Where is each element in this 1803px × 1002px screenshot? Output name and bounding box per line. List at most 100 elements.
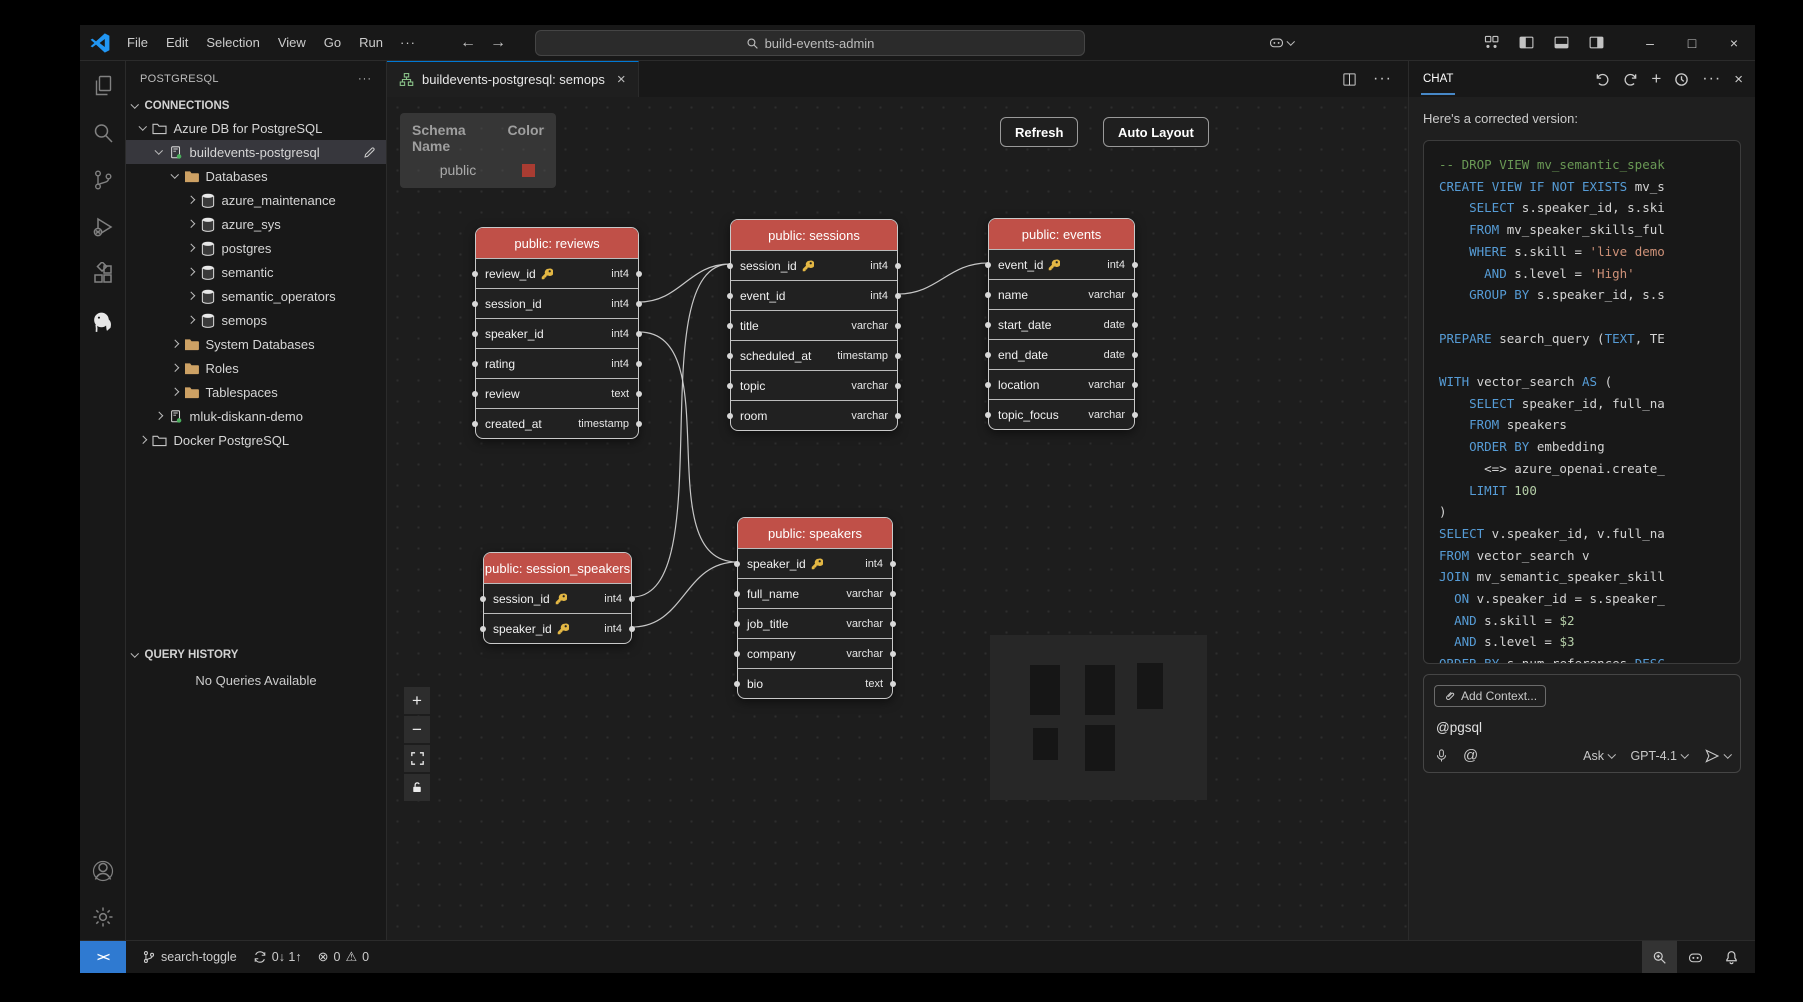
tree-item-databases[interactable]: Databases: [126, 164, 386, 188]
customize-layout-icon[interactable]: [1483, 34, 1500, 51]
schema-canvas[interactable]: Schema Name Color public Refresh Auto La…: [387, 97, 1408, 940]
field-speakers-bio[interactable]: biotext: [738, 668, 892, 698]
menu-view[interactable]: View: [269, 32, 315, 53]
chat-input-box[interactable]: Add Context... @pgsql @ Ask GPT-4.1: [1423, 674, 1741, 773]
field-events-start_date[interactable]: start_datedate: [989, 309, 1134, 339]
activity-item-run-debug[interactable]: [87, 212, 119, 242]
field-reviews-created_at[interactable]: created_attimestamp: [476, 408, 638, 438]
zoom-out-button[interactable]: −: [404, 716, 430, 743]
copilot-menu[interactable]: [1268, 34, 1294, 51]
field-sessions-session_id[interactable]: session_idint4: [731, 250, 897, 280]
toggle-panel-icon[interactable]: [1553, 34, 1570, 51]
minimap[interactable]: [990, 635, 1207, 800]
chat-input-value[interactable]: @pgsql: [1436, 720, 1728, 735]
legend-color-swatch[interactable]: [522, 164, 535, 177]
sync-indicator[interactable]: 0↓ 1↑: [245, 941, 310, 973]
refresh-button[interactable]: Refresh: [1000, 117, 1078, 147]
table-events[interactable]: public: eventsevent_idint4namevarcharsta…: [988, 218, 1135, 430]
tree-item-azure-sys[interactable]: azure_sys: [126, 212, 386, 236]
tree-item-postgres[interactable]: postgres: [126, 236, 386, 260]
close-button[interactable]: ×: [1713, 25, 1755, 60]
add-context-button[interactable]: Add Context...: [1434, 685, 1546, 707]
chat-more-button[interactable]: ···: [1702, 70, 1721, 88]
field-sessions-topic[interactable]: topicvarchar: [731, 370, 897, 400]
activity-item-search[interactable]: [87, 118, 119, 148]
sidebar-more-button[interactable]: ···: [358, 73, 372, 85]
copilot-status-button[interactable]: [1677, 941, 1714, 973]
tree-item-semantic-operators[interactable]: semantic_operators: [126, 284, 386, 308]
fit-view-button[interactable]: [404, 745, 430, 772]
field-sessions-title[interactable]: titlevarchar: [731, 310, 897, 340]
activity-item-extensions[interactable]: [87, 259, 119, 289]
branch-indicator[interactable]: search-toggle: [134, 941, 245, 973]
edit-pencil-icon[interactable]: [363, 146, 376, 159]
zoom-status-button[interactable]: [1642, 941, 1677, 973]
field-sessions-event_id[interactable]: event_idint4: [731, 280, 897, 310]
connections-section-header[interactable]: CONNECTIONS: [126, 96, 386, 116]
tree-item-azure-maintenance[interactable]: azure_maintenance: [126, 188, 386, 212]
menu-overflow-button[interactable]: ···: [392, 32, 424, 53]
tree-item-mluk-diskann-demo[interactable]: mluk-diskann-demo: [126, 404, 386, 428]
lock-button[interactable]: [404, 774, 430, 801]
tree-item-semops[interactable]: semops: [126, 308, 386, 332]
activity-item-explorer[interactable]: [87, 71, 119, 101]
send-dropdown[interactable]: [1704, 748, 1731, 764]
table-session_speakers[interactable]: public: session_speakerssession_idint4sp…: [483, 552, 632, 644]
tree-item-docker-postgresql[interactable]: Docker PostgreSQL: [126, 428, 386, 452]
field-events-location[interactable]: locationvarchar: [989, 369, 1134, 399]
sql-code-block[interactable]: -- DROP VIEW mv_semantic_speak CREATE VI…: [1423, 140, 1741, 664]
field-reviews-review[interactable]: reviewtext: [476, 378, 638, 408]
microphone-icon[interactable]: [1434, 748, 1449, 763]
menu-run[interactable]: Run: [350, 32, 392, 53]
chat-close-icon[interactable]: ×: [1734, 71, 1743, 88]
field-events-name[interactable]: namevarchar: [989, 279, 1134, 309]
tab-chat[interactable]: CHAT: [1421, 63, 1455, 95]
table-reviews[interactable]: public: reviewsreview_idint4session_idin…: [475, 227, 639, 439]
tree-item-roles[interactable]: Roles: [126, 356, 386, 380]
menu-file[interactable]: File: [118, 32, 157, 53]
tab-close-icon[interactable]: ×: [617, 71, 626, 88]
activity-item-account[interactable]: [87, 856, 119, 886]
field-reviews-session_id[interactable]: session_idint4: [476, 288, 638, 318]
table-sessions[interactable]: public: sessionssession_idint4event_idin…: [730, 219, 898, 431]
forward-arrow-icon[interactable]: →: [490, 34, 506, 52]
command-center-search[interactable]: build-events-admin: [535, 30, 1085, 56]
activity-item-source-control[interactable]: [87, 165, 119, 195]
minimize-button[interactable]: –: [1629, 25, 1671, 60]
problems-indicator[interactable]: ⊗ 0 ⚠ 0: [310, 941, 377, 973]
field-speakers-job_title[interactable]: job_titlevarchar: [738, 608, 892, 638]
maximize-button[interactable]: □: [1671, 25, 1713, 60]
toggle-sidebar-icon[interactable]: [1518, 34, 1535, 51]
table-speakers[interactable]: public: speakersspeaker_idint4full_namev…: [737, 517, 893, 699]
query-history-header[interactable]: QUERY HISTORY: [126, 645, 386, 665]
remote-indicator[interactable]: ><: [80, 941, 126, 973]
split-editor-icon[interactable]: [1342, 72, 1357, 87]
tree-item-azure-db-for-postgresql[interactable]: Azure DB for PostgreSQL: [126, 116, 386, 140]
redo-icon[interactable]: [1623, 72, 1638, 87]
field-reviews-rating[interactable]: ratingint4: [476, 348, 638, 378]
field-speakers-company[interactable]: companyvarchar: [738, 638, 892, 668]
mode-dropdown[interactable]: Ask: [1583, 749, 1614, 763]
menu-edit[interactable]: Edit: [157, 32, 197, 53]
activity-item-settings[interactable]: [87, 902, 119, 932]
field-events-event_id[interactable]: event_idint4: [989, 249, 1134, 279]
new-chat-button[interactable]: +: [1651, 69, 1661, 89]
history-icon[interactable]: [1674, 72, 1689, 87]
field-speakers-full_name[interactable]: full_namevarchar: [738, 578, 892, 608]
undo-icon[interactable]: [1595, 72, 1610, 87]
editor-more-button[interactable]: ···: [1373, 70, 1392, 88]
field-sessions-scheduled_at[interactable]: scheduled_attimestamp: [731, 340, 897, 370]
zoom-in-button[interactable]: +: [404, 687, 430, 714]
notifications-button[interactable]: [1714, 941, 1749, 973]
field-sessions-room[interactable]: roomvarchar: [731, 400, 897, 430]
tree-item-semantic[interactable]: semantic: [126, 260, 386, 284]
field-reviews-speaker_id[interactable]: speaker_idint4: [476, 318, 638, 348]
toggle-secondary-sidebar-icon[interactable]: [1588, 34, 1605, 51]
tree-item-tablespaces[interactable]: Tablespaces: [126, 380, 386, 404]
tree-item-system-databases[interactable]: System Databases: [126, 332, 386, 356]
field-speakers-speaker_id[interactable]: speaker_idint4: [738, 548, 892, 578]
menu-selection[interactable]: Selection: [197, 32, 268, 53]
back-arrow-icon[interactable]: ←: [460, 34, 476, 52]
menu-go[interactable]: Go: [315, 32, 350, 53]
model-dropdown[interactable]: GPT-4.1: [1630, 749, 1687, 763]
